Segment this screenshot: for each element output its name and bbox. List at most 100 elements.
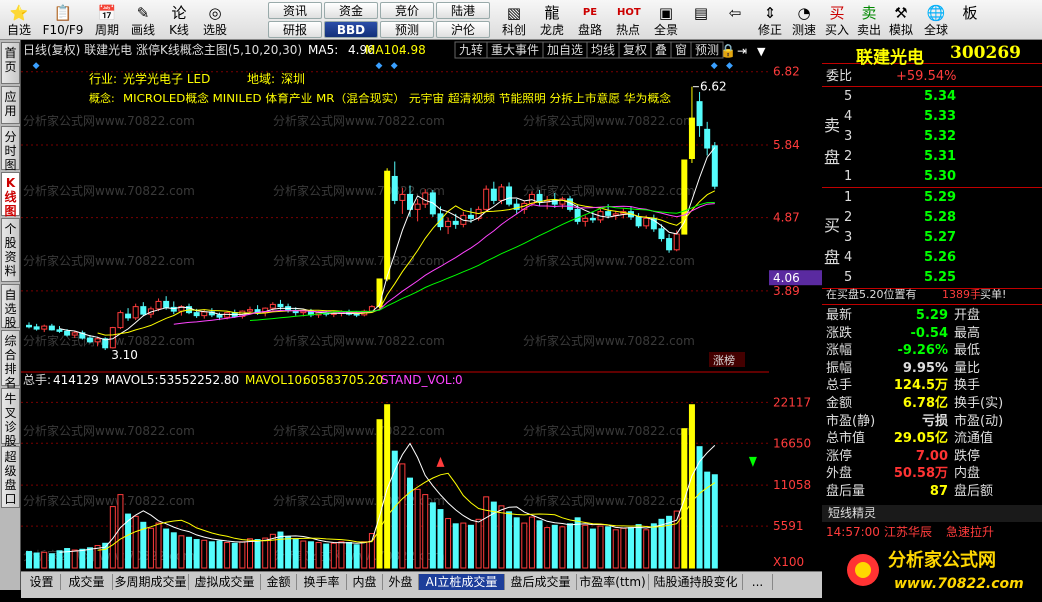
candle-body-22 <box>193 312 200 317</box>
left-tab-2[interactable]: 分时图 <box>1 126 20 172</box>
f10-button[interactable]: 📋 F10/F9 <box>38 1 88 39</box>
sell-button[interactable]: 卖卖出 <box>854 1 884 39</box>
left-tab-5[interactable]: 自选股 <box>1 284 20 330</box>
watchlist-button[interactable]: ⭐ 自选 <box>2 1 36 39</box>
event-marker-3[interactable]: ◆ <box>711 61 718 71</box>
toolbar-grid-1-0[interactable]: 研报 <box>268 21 322 38</box>
buy-level-5[interactable]: 5 5.25 <box>822 269 1042 286</box>
sell-level-2[interactable]: 2 5.31 <box>822 148 1042 165</box>
chart-menu-item-4[interactable]: 复权 <box>623 43 647 57</box>
bottom-tab-3[interactable]: 虚拟成交量 <box>189 574 261 590</box>
volume-bar-59 <box>475 518 482 569</box>
candle-body-61 <box>490 188 497 201</box>
toolbar-grid-1-2[interactable]: 预测 <box>380 21 434 38</box>
event-marker-0[interactable]: ◆ <box>33 61 40 71</box>
kline-button[interactable]: 论 K线 <box>162 1 196 39</box>
chart-menu-item-7[interactable]: 预测 <box>695 43 719 57</box>
buy-level-2[interactable]: 2 5.28 <box>822 209 1042 226</box>
toolbar-grid-1-3[interactable]: 沪伦 <box>436 21 490 38</box>
buy-button[interactable]: 买买入 <box>822 1 852 39</box>
hotspot-button[interactable]: HOT 热点 <box>610 1 646 39</box>
global-label: 全球 <box>923 23 948 37</box>
speed-test-button[interactable]: ◔ 测速 <box>788 1 820 39</box>
pe-button[interactable]: PE 盘路 <box>572 1 608 39</box>
sell-label: 卖出 <box>856 23 881 37</box>
adjust-button[interactable]: ⇕ 修正 <box>754 1 786 39</box>
quote-value: 5.29 <box>915 308 948 323</box>
bottom-tab-4[interactable]: 金额 <box>261 574 297 590</box>
chart-menu-item-6[interactable]: 窗 <box>675 43 687 57</box>
volume-bar-0 <box>26 551 32 569</box>
buy-level-1[interactable]: 1 5.29 <box>822 189 1042 206</box>
sell-level-3[interactable]: 3 5.32 <box>822 128 1042 145</box>
dragon-tiger-button[interactable]: 龍龙虎 <box>534 1 570 39</box>
draw-line-button[interactable]: ✎ 画线 <box>126 1 160 39</box>
candle-body-0 <box>26 324 32 328</box>
board-button[interactable]: 板 <box>956 1 984 39</box>
bottom-tab-8[interactable]: AI立桩成交量 <box>419 574 505 590</box>
candle-body-3 <box>48 325 55 331</box>
stock-picker-button[interactable]: ◎ 选股 <box>198 1 232 39</box>
toolbar-grid-0-0[interactable]: 资讯 <box>268 2 322 19</box>
industry-value: 光学光电子 LED <box>123 71 210 86</box>
panorama-button[interactable]: ▣ 全景 <box>648 1 684 39</box>
bottom-tab-5[interactable]: 换手率 <box>297 574 347 590</box>
export-icon[interactable]: ⇥ <box>737 44 747 58</box>
bottom-tab-7[interactable]: 外盘 <box>383 574 419 590</box>
chart-menu-item-1[interactable]: 重大事件 <box>491 43 539 57</box>
toolbar-grid-1-1[interactable]: BBD <box>324 21 378 38</box>
period-button[interactable]: 📅 周期 <box>90 1 124 39</box>
volume-bar-90 <box>711 474 718 569</box>
buy-level-price: 5.25 <box>924 270 957 285</box>
event-marker-2[interactable]: ◆ <box>391 61 398 71</box>
speed-test-label: 测速 <box>791 23 816 37</box>
menu-dropdown-icon[interactable]: ▼ <box>757 45 766 58</box>
toolbar-grid-0-1[interactable]: 资金 <box>324 2 378 19</box>
chart-menu-item-3[interactable]: 均线 <box>591 43 615 57</box>
left-tab-8[interactable]: 超级盘口 <box>1 446 20 508</box>
sell-level-1[interactable]: 1 5.30 <box>822 168 1042 185</box>
bottom-tab-1[interactable]: 成交量 <box>61 574 113 590</box>
event-marker-4[interactable]: ◆ <box>726 61 733 71</box>
order-note-volume: 1389手 <box>942 288 981 301</box>
buy-level-4[interactable]: 4 5.26 <box>822 249 1042 266</box>
chart-menu-item-5[interactable]: 叠 <box>655 43 667 57</box>
chart-area[interactable]: 日线(复权) 联建光电 涨停K线概念主图(5,10,20,30) MA5: 4.… <box>21 40 771 570</box>
bottom-tab-0[interactable]: 设置 <box>23 574 61 590</box>
bottom-tab-6[interactable]: 内盘 <box>347 574 383 590</box>
buy-level-3[interactable]: 3 5.27 <box>822 229 1042 246</box>
bottom-tab-9[interactable]: 盘后成交量 <box>505 574 577 590</box>
bottom-tab-12[interactable]: ... <box>743 574 773 590</box>
quote-label: 外盘 <box>826 466 853 482</box>
grid-view-button[interactable]: ▤ <box>686 1 716 39</box>
grid-view-icon: ▤ <box>693 4 709 22</box>
kline-chart[interactable]: 日线(复权) 联建光电 涨停K线概念主图(5,10,20,30) MA5: 4.… <box>21 40 771 570</box>
toolbar-grid-0-2[interactable]: 竞价 <box>380 2 434 19</box>
bottom-tab-10[interactable]: 市盈率(ttm) <box>577 574 649 590</box>
star-market-button[interactable]: ▧ 科创 <box>496 1 532 39</box>
sell-level-4[interactable]: 4 5.33 <box>822 108 1042 125</box>
sell-level-5[interactable]: 5 5.34 <box>822 88 1042 105</box>
left-tab-0[interactable]: 首页 <box>1 42 20 84</box>
back-button[interactable]: ⇦ <box>718 1 752 39</box>
sell-side-label-1: 卖 <box>824 116 841 135</box>
left-tab-1[interactable]: 应用 <box>1 86 20 124</box>
event-marker-1[interactable]: ◆ <box>376 61 383 71</box>
quote-value: 87 <box>929 484 948 499</box>
left-tab-6[interactable]: 综合排名 <box>1 330 20 390</box>
global-button[interactable]: 🌐 全球 <box>918 1 954 39</box>
left-tab-4[interactable]: 个股资料 <box>1 218 20 282</box>
volume-bar-19 <box>170 532 177 569</box>
chart-menu-item-0[interactable]: 九转 <box>459 42 483 57</box>
toolbar-grid-0-3[interactable]: 陆港 <box>436 2 490 19</box>
bottom-tab-11[interactable]: 陆股通持股变化 <box>649 574 743 590</box>
volume-bar-11 <box>109 506 116 569</box>
lock-icon[interactable]: 🔒 <box>720 44 736 59</box>
chart-menu-item-2[interactable]: 加自选 <box>547 43 583 57</box>
volume-bar-22 <box>193 539 200 569</box>
left-tab-3[interactable]: K线图 <box>1 172 20 218</box>
bottom-tab-2[interactable]: 多周期成交量 <box>113 574 189 590</box>
simulate-button[interactable]: ⚒ 模拟 <box>886 1 916 39</box>
limit-up-tag[interactable]: 涨榜 <box>713 353 735 367</box>
left-tab-7[interactable]: 牛叉诊股 <box>1 388 20 448</box>
